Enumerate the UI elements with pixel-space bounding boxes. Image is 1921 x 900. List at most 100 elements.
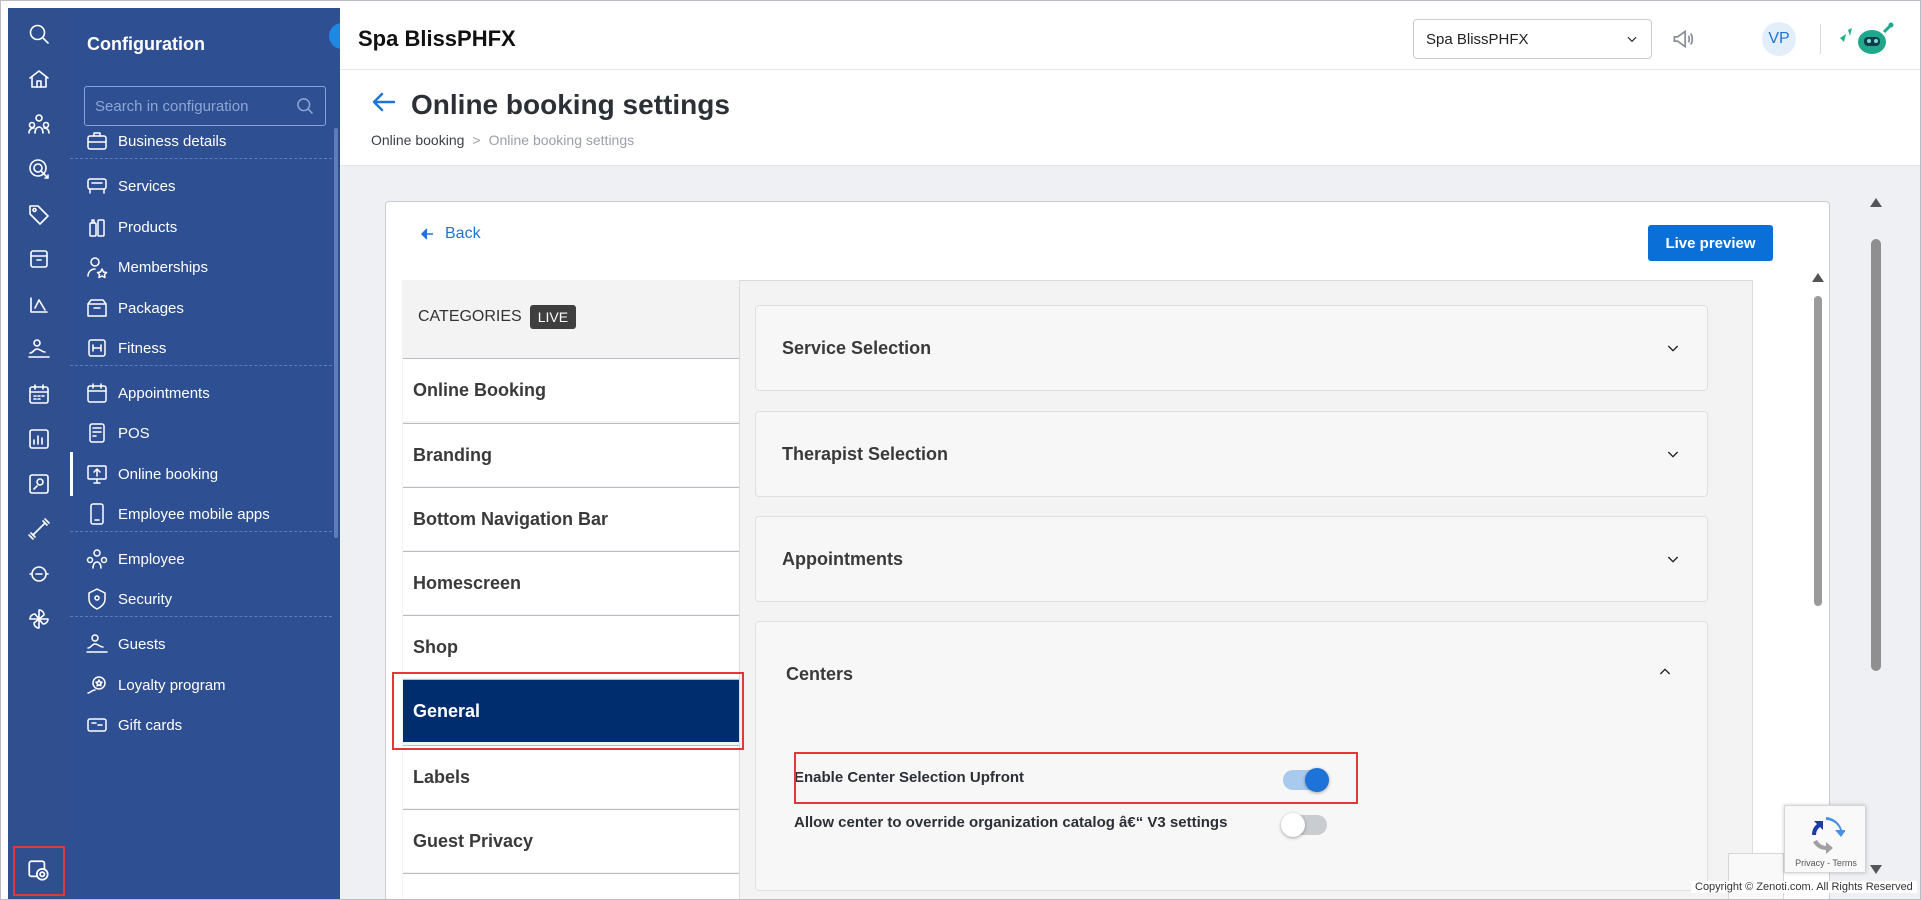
calendar-icon bbox=[84, 380, 110, 406]
loyalty-icon bbox=[84, 672, 110, 698]
app-window: Configuration Business details Services … bbox=[0, 0, 1921, 900]
user-avatar[interactable]: VP bbox=[1762, 22, 1796, 56]
page-title: Online booking settings bbox=[411, 89, 730, 120]
sidebar-item-services[interactable]: Services bbox=[70, 164, 332, 208]
back-arrow-icon[interactable] bbox=[370, 88, 398, 116]
sidebar-item-memberships[interactable]: Memberships bbox=[70, 245, 332, 289]
breadcrumb-link[interactable]: Online booking bbox=[371, 132, 464, 148]
live-badge: LIVE bbox=[529, 305, 577, 329]
page-scroll-up-arrow[interactable] bbox=[1870, 198, 1882, 207]
icon-rail bbox=[8, 8, 70, 899]
sidebar-item-label: Memberships bbox=[118, 258, 209, 276]
sidebar-item-employee-mobile-apps[interactable]: Employee mobile apps bbox=[70, 492, 332, 536]
announcement-icon[interactable] bbox=[1670, 26, 1696, 52]
sidebar-item-label: Guests bbox=[118, 635, 166, 653]
category-bottom-navigation-bar[interactable]: Bottom Navigation Bar bbox=[403, 487, 739, 550]
tag-icon[interactable] bbox=[8, 194, 70, 234]
back-link[interactable]: Back bbox=[419, 225, 481, 243]
category-homescreen[interactable]: Homescreen bbox=[403, 551, 739, 614]
scroll-up-arrow[interactable] bbox=[1812, 273, 1824, 282]
category-next[interactable] bbox=[403, 873, 739, 899]
inner-scrollbar[interactable] bbox=[1814, 296, 1822, 606]
spa-person-icon[interactable] bbox=[8, 329, 70, 369]
mobile-app-icon bbox=[84, 501, 110, 527]
box-icon[interactable] bbox=[8, 239, 70, 279]
section-therapist-selection[interactable]: Therapist Selection bbox=[755, 411, 1708, 497]
live-preview-button[interactable]: Live preview bbox=[1648, 225, 1773, 261]
category-online-booking[interactable]: Online Booking bbox=[403, 358, 739, 421]
sidebar-item-label: Appointments bbox=[118, 384, 210, 402]
toggle-knob bbox=[1281, 813, 1305, 837]
reports-icon[interactable] bbox=[8, 419, 70, 459]
override-catalog-toggle[interactable] bbox=[1281, 813, 1327, 837]
sidebar-item-appointments[interactable]: Appointments bbox=[70, 371, 332, 415]
bottle-icon bbox=[84, 214, 110, 240]
sidebar-item-pos[interactable]: POS bbox=[70, 411, 332, 455]
dumbbell-icon[interactable] bbox=[8, 509, 70, 549]
back-link-label: Back bbox=[445, 225, 481, 242]
target-icon[interactable] bbox=[8, 149, 70, 189]
category-labels[interactable]: Labels bbox=[403, 745, 739, 808]
divider bbox=[1820, 24, 1821, 54]
category-branding[interactable]: Branding bbox=[403, 423, 739, 486]
settings-gear-icon[interactable] bbox=[13, 846, 65, 896]
recaptcha-icon bbox=[1811, 817, 1845, 854]
sidebar-item-packages[interactable]: Packages bbox=[70, 286, 332, 330]
divider bbox=[70, 531, 332, 532]
sidebar-item-security[interactable]: Security bbox=[70, 577, 332, 621]
monitor-upload-icon bbox=[84, 461, 110, 487]
sidebar-item-business-details[interactable]: Business details bbox=[70, 119, 332, 163]
section-title: Centers bbox=[786, 664, 854, 684]
briefcase-icon bbox=[84, 128, 110, 154]
sidebar-item-label: Services bbox=[118, 177, 176, 195]
recaptcha-badge[interactable]: Privacy - Terms bbox=[1784, 805, 1866, 873]
sidebar-item-label: Gift cards bbox=[118, 716, 183, 734]
support-icon[interactable] bbox=[8, 554, 70, 594]
sidebar-item-label: Products bbox=[118, 218, 178, 236]
sidebar-item-fitness[interactable]: Fitness bbox=[70, 326, 332, 370]
section-title: Appointments bbox=[782, 548, 903, 569]
sidebar-item-label: Employee mobile apps bbox=[118, 505, 270, 523]
zenoti-mascot-icon[interactable] bbox=[1836, 20, 1896, 58]
arrow-left-icon bbox=[420, 228, 433, 240]
category-shop[interactable]: Shop bbox=[403, 615, 739, 678]
divider bbox=[70, 158, 332, 159]
pinwheel-icon[interactable] bbox=[8, 599, 70, 639]
page-scroll-down-arrow[interactable] bbox=[1870, 865, 1882, 874]
search-icon[interactable] bbox=[8, 14, 70, 54]
chevron-down-icon bbox=[1667, 345, 1679, 352]
sidebar-scrollbar[interactable] bbox=[334, 128, 338, 538]
center-select-dropdown[interactable]: Spa BlissPHFX bbox=[1413, 19, 1652, 59]
sidebar-item-label: Security bbox=[118, 590, 173, 608]
chevron-down-icon bbox=[1667, 556, 1679, 563]
config-search-input[interactable] bbox=[95, 97, 295, 115]
search-icon[interactable] bbox=[295, 96, 315, 116]
copyright-footer: Copyright © Zenoti.com. All Rights Reser… bbox=[1691, 881, 1917, 893]
marketing-icon[interactable] bbox=[8, 284, 70, 324]
home-icon[interactable] bbox=[8, 59, 70, 99]
sidebar-item-gift-cards[interactable]: Gift cards bbox=[70, 703, 332, 747]
sidebar-item-label: Employee bbox=[118, 550, 185, 568]
sidebar-item-loyalty-program[interactable]: Loyalty program bbox=[70, 663, 332, 707]
chevron-down-icon bbox=[1667, 451, 1679, 458]
page-scrollbar[interactable] bbox=[1871, 239, 1881, 671]
sidebar-title: Configuration bbox=[87, 34, 205, 54]
sidebar-item-products[interactable]: Products bbox=[70, 205, 332, 249]
section-service-selection[interactable]: Service Selection bbox=[755, 305, 1708, 391]
team-icon[interactable] bbox=[8, 104, 70, 144]
package-icon bbox=[84, 295, 110, 321]
category-guest-privacy[interactable]: Guest Privacy bbox=[403, 809, 739, 872]
brand-name: Spa BlissPHFX bbox=[358, 26, 516, 51]
breadcrumb: Online booking > Online booking settings bbox=[371, 132, 634, 148]
section-appointments[interactable]: Appointments bbox=[755, 516, 1708, 602]
highlight-box bbox=[392, 672, 744, 750]
sidebar-item-label: Loyalty program bbox=[118, 676, 226, 694]
calendar-icon[interactable] bbox=[8, 374, 70, 414]
sidebar-item-employee[interactable]: Employee bbox=[70, 537, 332, 581]
categories-title: CATEGORIES bbox=[418, 308, 522, 325]
sidebar-item-guests[interactable]: Guests bbox=[70, 622, 332, 666]
analytics-icon[interactable] bbox=[8, 464, 70, 504]
recaptcha-terms[interactable]: Privacy - Terms bbox=[1785, 858, 1867, 868]
sidebar-item-online-booking[interactable]: Online booking bbox=[70, 452, 332, 496]
sidebar-item-label: Business details bbox=[118, 132, 227, 150]
